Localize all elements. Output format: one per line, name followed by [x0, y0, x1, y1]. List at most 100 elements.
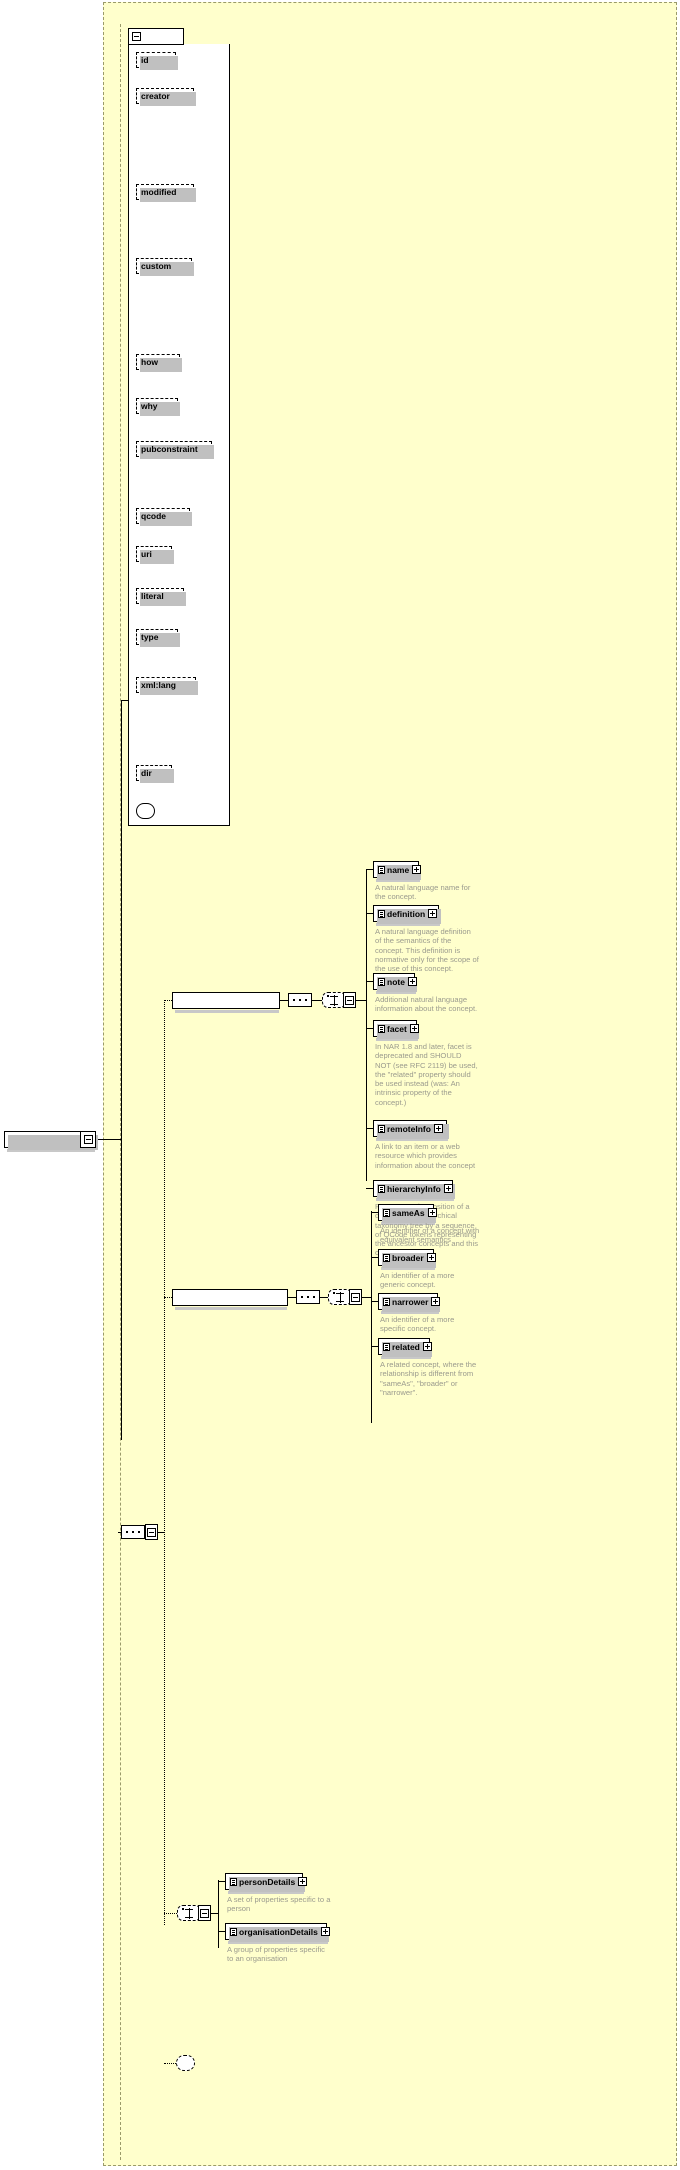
element-name-desc: A natural language name for the concept.: [375, 883, 471, 902]
attribute-id[interactable]: id: [136, 52, 178, 70]
expand-narrower-icon[interactable]: [431, 1297, 441, 1306]
attribute-why-label: why: [141, 401, 158, 411]
connector-remoteInfo: [366, 1128, 373, 1129]
connector-organisationDetails: [218, 1931, 225, 1932]
cdg-choice-expander[interactable]: [343, 992, 356, 1008]
connector-details: [164, 1913, 177, 1914]
element-name-label: name: [387, 864, 410, 875]
expand-remoteInfo-icon[interactable]: [433, 1124, 443, 1133]
expand-related-icon[interactable]: [422, 1342, 432, 1351]
details-spine-stub: [211, 1913, 219, 1914]
annotation-icon: [230, 1927, 237, 1936]
attribute-literal[interactable]: literal: [136, 588, 186, 606]
attribute-xml-lang[interactable]: xml:lang: [136, 677, 198, 695]
expand-note-icon[interactable]: [407, 977, 417, 986]
collapse-crg-icon[interactable]: [351, 1292, 360, 1302]
expand-hierarchyInfo-icon[interactable]: [443, 1184, 453, 1193]
crg-choice-expander[interactable]: [349, 1289, 362, 1305]
collapse-copyrightholder-icon[interactable]: [83, 1135, 93, 1144]
attribute-qcode[interactable]: qcode: [136, 508, 192, 526]
spine-top-stub: [121, 700, 128, 701]
element-organisationDetails[interactable]: organisationDetails: [225, 1923, 330, 1942]
element-facet[interactable]: facet: [373, 1020, 419, 1039]
attribute-modified[interactable]: modified: [136, 184, 196, 202]
details-choice-expander[interactable]: [198, 1905, 211, 1921]
attribute-custom[interactable]: custom: [136, 258, 194, 276]
main-sequence-expander[interactable]: [145, 1524, 158, 1540]
annotation-icon: [383, 1342, 390, 1351]
element-broader-label: broader: [392, 1252, 424, 1263]
expand-broader-icon[interactable]: [426, 1253, 436, 1262]
element-sameAs[interactable]: sameAs: [378, 1204, 437, 1223]
element-note-desc: Additional natural language information …: [375, 995, 478, 1014]
collapse-attributes-icon[interactable]: [132, 32, 141, 41]
element-personDetails[interactable]: personDetails: [225, 1873, 308, 1892]
annotation-icon: [378, 909, 385, 918]
cdg-spine-stub: [356, 1000, 367, 1001]
collapse-cdg-icon[interactable]: [345, 995, 354, 1005]
annotation-icon: [378, 977, 385, 986]
element-organisationDetails-desc: A group of properties specific to an org…: [227, 1945, 325, 1964]
any-other-attribute[interactable]: [136, 803, 155, 819]
any-other-element[interactable]: [176, 2055, 195, 2071]
element-broader[interactable]: broader: [378, 1249, 436, 1268]
cdg-sequence-node[interactable]: [285, 993, 315, 1007]
connector-definition: [366, 913, 373, 914]
group-ConceptDefinitionGroup[interactable]: [172, 992, 280, 1009]
schema-diagram: idThe local identifier of the property.c…: [0, 0, 680, 2170]
attribute-dir[interactable]: dir: [136, 765, 174, 783]
main-spine: [121, 700, 122, 1440]
group-ConceptRelationshipsGroup[interactable]: [172, 1289, 288, 1306]
attribute-how[interactable]: how: [136, 354, 182, 372]
connector-related: [371, 1346, 378, 1347]
element-broader-desc: An identifier of a more generic concept.: [380, 1271, 455, 1290]
connector-note: [366, 981, 373, 982]
crg-underbar: [175, 1307, 287, 1310]
attribute-creator-label: creator: [141, 91, 170, 101]
collapse-details-icon[interactable]: [200, 1908, 209, 1918]
copyrightHolder-expander-cell[interactable]: [80, 1131, 96, 1148]
expand-organisationDetails-icon[interactable]: [320, 1927, 330, 1936]
element-hierarchyInfo[interactable]: hierarchyInfo: [373, 1180, 455, 1199]
attributes-header[interactable]: [128, 28, 184, 45]
crg-sequence-node[interactable]: [293, 1290, 323, 1304]
connector-personDetails: [218, 1881, 225, 1882]
annotation-icon: [378, 865, 385, 874]
element-remoteInfo[interactable]: remoteInfo: [373, 1120, 449, 1139]
attribute-uri-label: uri: [141, 549, 152, 559]
attribute-uri[interactable]: uri: [136, 546, 174, 564]
crg-spine-stub: [362, 1297, 372, 1298]
attribute-pubconstraint-label: pubconstraint: [141, 444, 198, 454]
expand-definition-icon[interactable]: [428, 909, 438, 918]
element-remoteInfo-desc: A link to an item or a web resource whic…: [375, 1142, 476, 1170]
attribute-why[interactable]: why: [136, 398, 180, 416]
attribute-type[interactable]: type: [136, 629, 180, 647]
connector-hierarchyInfo: [366, 1188, 373, 1189]
element-note[interactable]: note: [373, 973, 417, 992]
element-sameAs-desc: An identifier of a concept with equivale…: [380, 1226, 480, 1245]
element-narrower[interactable]: narrower: [378, 1293, 441, 1312]
element-definition-label: definition: [387, 908, 426, 919]
element-related[interactable]: related: [378, 1338, 432, 1357]
attribute-creator[interactable]: creator: [136, 88, 196, 106]
expand-facet-icon[interactable]: [409, 1024, 419, 1033]
element-personDetails-desc: A set of properties specific to a person: [227, 1895, 331, 1914]
main-sequence-node[interactable]: [118, 1525, 148, 1539]
attribute-type-label: type: [141, 632, 159, 642]
attribute-dir-label: dir: [141, 768, 152, 778]
element-definition[interactable]: definition: [373, 905, 441, 924]
element-narrower-label: narrower: [392, 1296, 429, 1307]
element-facet-label: facet: [387, 1023, 407, 1034]
connector-cdg: [164, 1000, 172, 1001]
element-sameAs-label: sameAs: [392, 1207, 425, 1218]
element-name[interactable]: name: [373, 861, 422, 880]
expand-name-icon[interactable]: [412, 865, 422, 874]
expand-sameAs-icon[interactable]: [427, 1208, 437, 1217]
expand-personDetails-icon[interactable]: [298, 1877, 308, 1886]
cdg-underbar: [175, 1010, 279, 1013]
attribute-pubconstraint[interactable]: pubconstraint: [136, 441, 214, 459]
connector-crg: [164, 1297, 172, 1298]
element-related-desc: A related concept, where the relationshi…: [380, 1360, 477, 1397]
crg-children-spine: [371, 1211, 372, 1423]
collapse-main-sequence-icon[interactable]: [147, 1527, 156, 1537]
